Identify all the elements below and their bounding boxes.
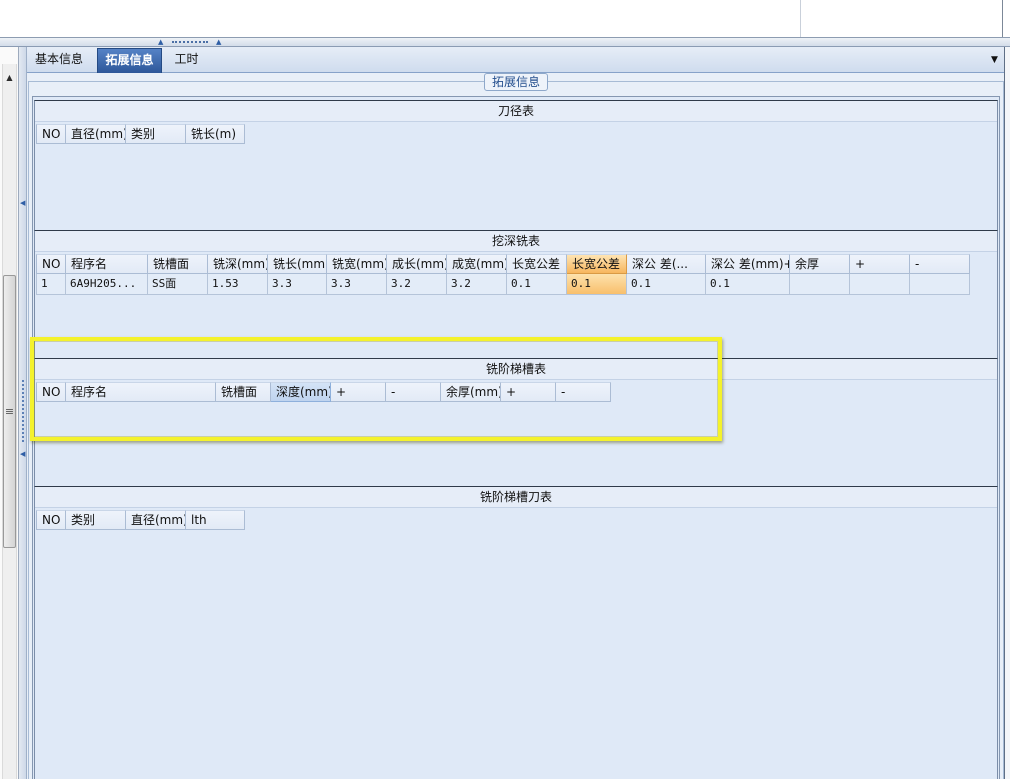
step-slot-cutter-grid: 铣阶梯槽刀表 NO 类别 直径(mm) lth: [34, 486, 998, 779]
grid-header-row: NO 类别 直径(mm) lth: [36, 510, 245, 530]
table-cell[interactable]: 6A9H205...: [66, 274, 148, 295]
horizontal-splitter[interactable]: ▲ ▲: [0, 38, 1010, 47]
step-slot-grid: 铣阶梯槽表 NO 程序名 铣槽面 深度(mm) + - 余厚(mm) + -: [34, 358, 998, 486]
column-header-mill-length[interactable]: 铣长(mm): [268, 254, 327, 274]
column-header-lth[interactable]: lth: [186, 510, 245, 530]
group-title: 拓展信息: [484, 73, 548, 91]
triangle-left-icon[interactable]: ◀: [20, 200, 25, 207]
table-cell[interactable]: 0.1: [627, 274, 706, 295]
triangle-up-icon[interactable]: ▲: [158, 39, 163, 46]
column-header-program-name[interactable]: 程序名: [66, 254, 148, 274]
column-header-length-width-tolerance-active[interactable]: 长宽公差: [567, 254, 627, 274]
scrollbar-thumb[interactable]: ≡: [3, 275, 16, 548]
column-header-remaining-thickness[interactable]: 余厚(mm): [441, 382, 501, 402]
column-header-diameter[interactable]: 直径(mm): [126, 510, 186, 530]
column-header-milling-face[interactable]: 铣槽面: [216, 382, 271, 402]
column-header-remaining-thickness[interactable]: 余厚: [790, 254, 850, 274]
grip-dots-icon[interactable]: [172, 41, 208, 43]
column-header-mill-depth[interactable]: 铣深(mm): [208, 254, 268, 274]
arrow-up-icon[interactable]: ▲: [2, 68, 17, 88]
table-cell[interactable]: 3.2: [447, 274, 507, 295]
column-header-mill-length[interactable]: 铣长(m): [186, 124, 245, 144]
tab-basic-info[interactable]: 基本信息: [28, 48, 90, 73]
column-header-type[interactable]: 类别: [126, 124, 186, 144]
pocket-milling-grid: 挖深铣表 NO 程序名 铣槽面 铣深(mm) 铣长(mm) 铣宽(mm) 成长(…: [34, 230, 998, 358]
triangle-left-icon[interactable]: ◀: [20, 451, 25, 458]
table-cell[interactable]: [790, 274, 850, 295]
column-header-program-name[interactable]: 程序名: [66, 382, 216, 402]
table-cell[interactable]: 1.53: [208, 274, 268, 295]
column-header-diameter[interactable]: 直径(mm): [66, 124, 126, 144]
column-header-depth-plus[interactable]: +: [331, 382, 386, 402]
column-header-milling-face[interactable]: 铣槽面: [148, 254, 208, 274]
column-header-depth-tolerance-plus[interactable]: 深公 差(mm)+: [706, 254, 790, 274]
column-header-thickness-plus[interactable]: +: [501, 382, 556, 402]
grid-header-row: NO 程序名 铣槽面 铣深(mm) 铣长(mm) 铣宽(mm) 成长(mm) 成…: [36, 254, 970, 274]
column-header-finished-width[interactable]: 成宽(mm): [447, 254, 507, 274]
table-cell[interactable]: 3.2: [387, 274, 447, 295]
grip-lines-icon: ≡: [4, 404, 15, 418]
table-cell[interactable]: [850, 274, 910, 295]
table-cell[interactable]: 3.3: [327, 274, 387, 295]
table-cell[interactable]: SS面: [148, 274, 208, 295]
column-header-no[interactable]: NO: [36, 382, 66, 402]
column-header-depth[interactable]: 深度(mm): [271, 382, 331, 402]
table-cell[interactable]: 0.1: [706, 274, 790, 295]
grid-title: 铣阶梯槽刀表: [35, 487, 997, 508]
column-header-type[interactable]: 类别: [66, 510, 126, 530]
top-pane-right-border: [1002, 0, 1003, 37]
top-pane: [0, 0, 1010, 38]
tab-extended-info[interactable]: 拓展信息: [97, 48, 162, 73]
grid-header-row: NO 程序名 铣槽面 深度(mm) + - 余厚(mm) + -: [36, 382, 611, 402]
column-header-mill-width[interactable]: 铣宽(mm): [327, 254, 387, 274]
grid-header-row: NO 直径(mm) 类别 铣长(m): [36, 124, 245, 144]
grip-dots-icon[interactable]: [22, 380, 24, 442]
table-cell[interactable]: 0.1: [507, 274, 567, 295]
column-header-no[interactable]: NO: [36, 510, 66, 530]
column-header-finished-length[interactable]: 成长(mm): [387, 254, 447, 274]
grid-title: 挖深铣表: [35, 231, 997, 252]
column-header-no[interactable]: NO: [36, 254, 66, 274]
column-header-no[interactable]: NO: [36, 124, 66, 144]
tab-strip: 基本信息 拓展信息 工时 ▼: [27, 47, 1004, 73]
column-header-length-width-tolerance[interactable]: 长宽公差: [507, 254, 567, 274]
table-row[interactable]: 1 6A9H205... SS面 1.53 3.3 3.3 3.2 3.2 0.…: [36, 274, 970, 295]
table-cell[interactable]: [910, 274, 970, 295]
column-header-minus[interactable]: -: [910, 254, 970, 274]
tab-work-hours[interactable]: 工时: [168, 48, 205, 73]
column-header-depth-tolerance-minus[interactable]: 深公 差(...: [627, 254, 706, 274]
top-pane-column-divider: [800, 0, 801, 37]
table-cell[interactable]: 1: [36, 274, 66, 295]
column-header-depth-minus[interactable]: -: [386, 382, 441, 402]
column-header-plus[interactable]: +: [850, 254, 910, 274]
chevron-down-icon[interactable]: ▼: [991, 55, 1001, 65]
table-cell[interactable]: 3.3: [268, 274, 327, 295]
column-header-thickness-minus[interactable]: -: [556, 382, 611, 402]
grid-title: 刀径表: [35, 101, 997, 122]
grid-title: 铣阶梯槽表: [35, 359, 997, 380]
cutter-diameter-grid: 刀径表 NO 直径(mm) 类别 铣长(m): [34, 100, 998, 230]
triangle-up-icon[interactable]: ▲: [216, 39, 221, 46]
table-cell-active[interactable]: 0.1: [567, 274, 627, 295]
